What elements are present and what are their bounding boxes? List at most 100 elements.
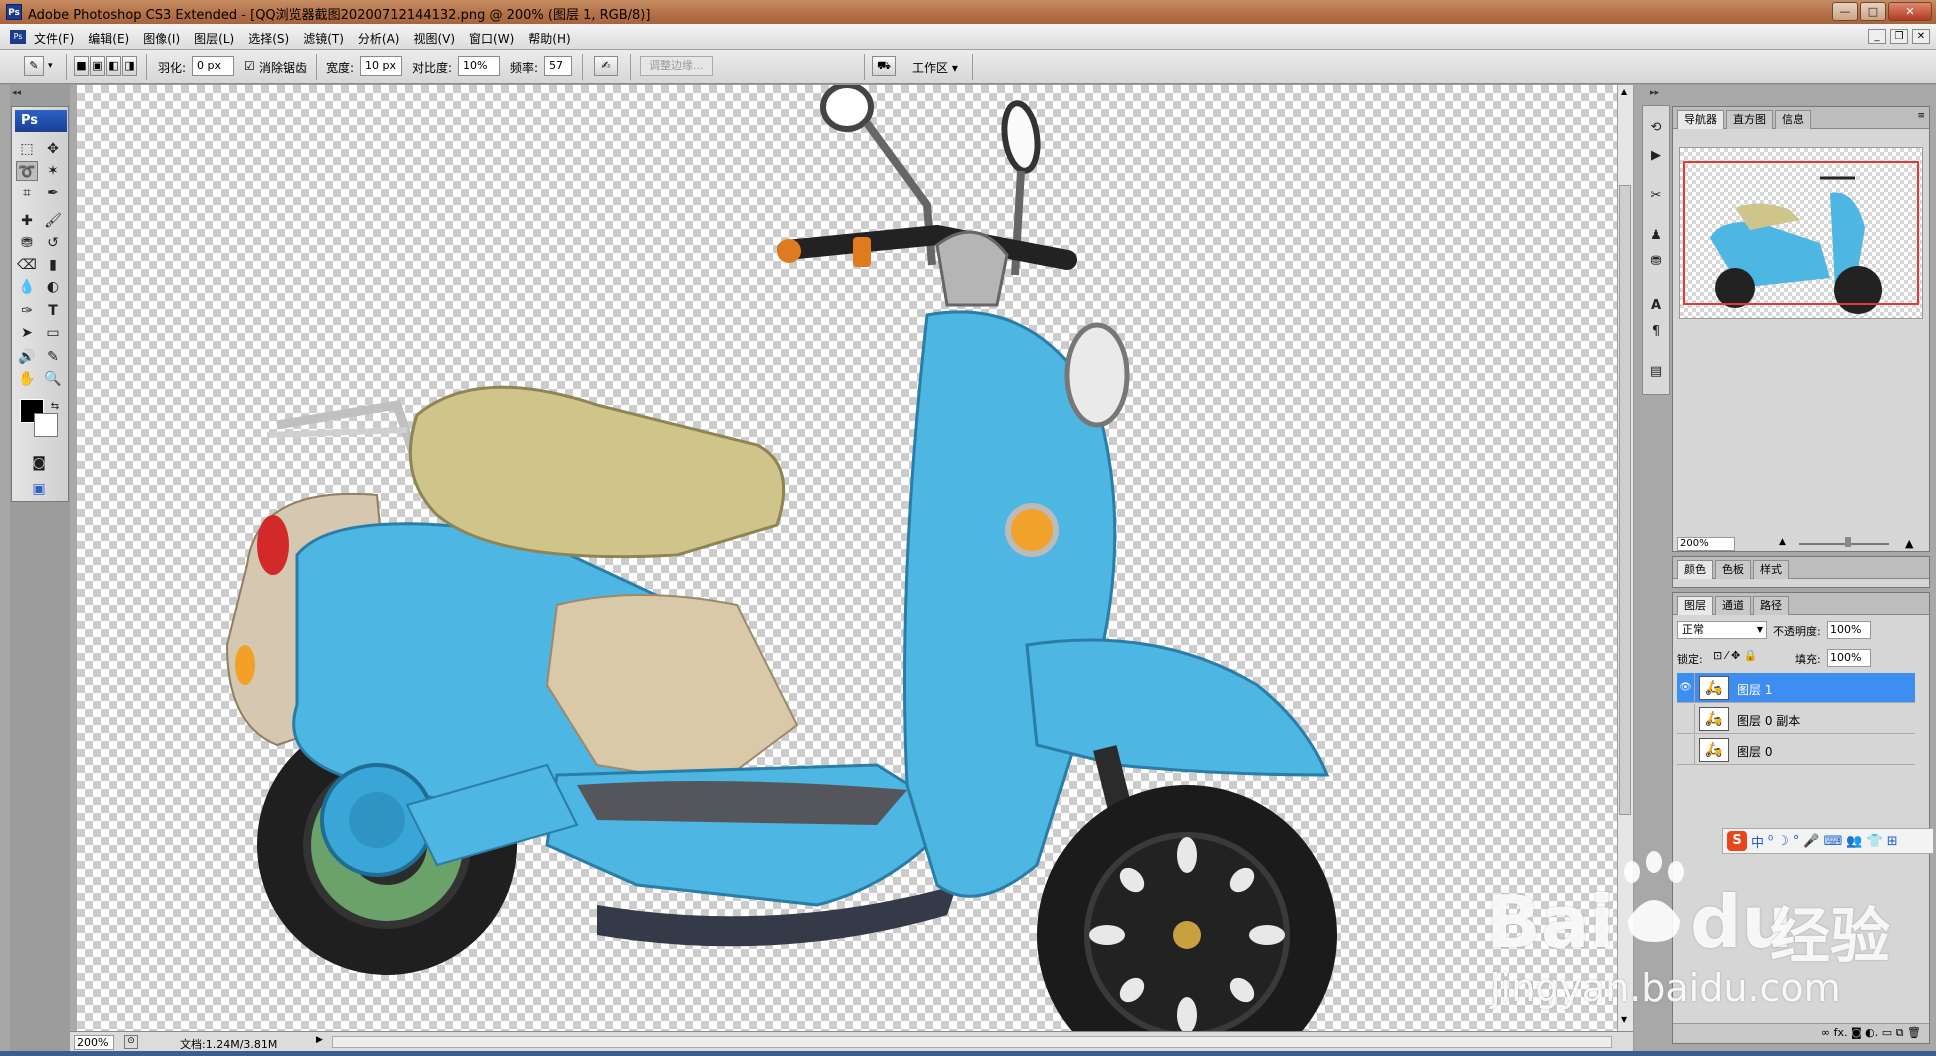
chevron-down-icon[interactable]: ▾	[48, 61, 53, 71]
eyedropper-tool-icon[interactable]: ✎	[42, 347, 64, 367]
notes-tool-icon[interactable]: 🔊	[16, 347, 38, 367]
subtract-selection-icon[interactable]: ◧	[106, 56, 121, 76]
document-icon[interactable]: Ps	[10, 30, 26, 44]
blur-tool-icon[interactable]: 💧	[16, 277, 38, 297]
status-arrow-icon[interactable]: ▶	[316, 1035, 323, 1045]
fill-input[interactable]: 100%	[1827, 649, 1871, 667]
path-selection-tool-icon[interactable]: ➤	[16, 323, 38, 343]
adjustment-layer-icon[interactable]: ◐.	[1865, 1026, 1878, 1039]
opacity-input[interactable]: 100%	[1827, 621, 1871, 639]
marquee-tool-icon[interactable]: ⬚	[16, 139, 38, 159]
frequency-input[interactable]: 57	[544, 56, 572, 76]
toolbox-icon[interactable]: ⊞	[1887, 834, 1898, 849]
refine-edge-button[interactable]: 调整边缘...	[640, 56, 713, 76]
menu-image[interactable]: 图像(I)	[143, 30, 180, 47]
tab-channels[interactable]: 通道	[1715, 596, 1751, 615]
new-group-icon[interactable]: ▭	[1882, 1026, 1892, 1039]
type-tool-icon[interactable]: T	[42, 301, 64, 321]
fx-icon[interactable]: fx.	[1834, 1026, 1848, 1039]
feather-input[interactable]: 0 px	[192, 56, 234, 76]
clone-source-icon[interactable]: ⛃	[1646, 252, 1666, 272]
ime-degree-icon[interactable]: °	[1793, 834, 1800, 849]
panel-menu-icon[interactable]: ≡	[1917, 111, 1925, 121]
history-brush-tool-icon[interactable]: ↺	[42, 233, 64, 253]
navigator-view-box[interactable]	[1683, 161, 1919, 305]
microphone-icon[interactable]: 🎤	[1803, 834, 1819, 849]
tab-styles[interactable]: 样式	[1753, 560, 1789, 579]
healing-brush-tool-icon[interactable]: ✚	[16, 211, 38, 231]
user-icon[interactable]: 👥	[1846, 834, 1862, 849]
workspace-menu[interactable]: 工作区 ▾	[912, 59, 958, 76]
shape-tool-icon[interactable]: ▭	[42, 323, 64, 343]
screen-mode-icon[interactable]: ▣	[28, 479, 50, 499]
layer-row[interactable]: 🛵 图层 0 副本	[1677, 704, 1915, 734]
menu-window[interactable]: 窗口(W)	[469, 30, 514, 47]
contrast-input[interactable]: 10%	[458, 56, 500, 76]
zoom-tool-icon[interactable]: 🔍	[42, 369, 64, 389]
menu-file[interactable]: 文件(F)	[34, 30, 74, 47]
width-input[interactable]: 10 px	[360, 56, 402, 76]
swap-colors-icon[interactable]: ⇆	[44, 397, 66, 417]
dodge-tool-icon[interactable]: ◐	[42, 277, 64, 297]
gradient-tool-icon[interactable]: ▮	[42, 255, 64, 275]
minimize-button[interactable]: —	[1832, 2, 1858, 21]
visibility-toggle[interactable]	[1677, 704, 1695, 734]
zoom-field[interactable]: 200%	[74, 1035, 114, 1050]
doc-restore-button[interactable]: ❐	[1890, 29, 1908, 44]
tab-layers[interactable]: 图层	[1677, 596, 1713, 615]
brush-tool-icon[interactable]: 🖌	[42, 211, 64, 231]
doc-minimize-button[interactable]: _	[1868, 29, 1886, 44]
close-button[interactable]: ✕	[1888, 2, 1932, 21]
eye-icon[interactable]: 👁	[1677, 673, 1695, 703]
visibility-toggle[interactable]	[1677, 735, 1695, 765]
clone-stamp-tool-icon[interactable]: ⛃	[16, 233, 38, 253]
ime-moon-icon[interactable]: ☽	[1777, 834, 1789, 849]
actions-icon[interactable]: ▶	[1646, 146, 1666, 166]
navigator-zoom-field[interactable]: 200%	[1677, 537, 1735, 551]
intersect-selection-icon[interactable]: ◨	[122, 56, 137, 76]
magnetic-lasso-tool-icon[interactable]: ➰	[16, 161, 38, 181]
layer-row[interactable]: 👁 🛵 图层 1	[1677, 673, 1915, 703]
pen-tool-icon[interactable]: ✑	[16, 301, 38, 321]
quick-mask-icon[interactable]: ◙	[28, 453, 50, 473]
tab-color[interactable]: 颜色	[1677, 560, 1713, 579]
crop-tool-icon[interactable]: ⌗	[16, 183, 38, 203]
character-icon[interactable]: A	[1646, 296, 1666, 316]
eraser-tool-icon[interactable]: ⌫	[16, 255, 38, 275]
scroll-down-icon[interactable]: ▼	[1621, 1015, 1627, 1024]
sogou-icon[interactable]: S	[1727, 831, 1747, 851]
link-layers-icon[interactable]: ∞	[1821, 1026, 1830, 1039]
tab-info[interactable]: 信息	[1775, 110, 1811, 129]
brushes-icon[interactable]: ♟	[1646, 226, 1666, 246]
zoom-slider[interactable]	[1799, 543, 1889, 545]
menu-layer[interactable]: 图层(L)	[194, 30, 234, 47]
menu-help[interactable]: 帮助(H)	[528, 30, 570, 47]
tab-paths[interactable]: 路径	[1753, 596, 1789, 615]
ime-punctuation-icon[interactable]: ⁰	[1768, 834, 1773, 849]
history-icon[interactable]: ⟲	[1646, 118, 1666, 138]
layer-row[interactable]: 🛵 图层 0	[1677, 735, 1915, 765]
menu-edit[interactable]: 编辑(E)	[88, 30, 129, 47]
keyboard-icon[interactable]: ⌨	[1824, 834, 1843, 849]
zoom-slider-thumb[interactable]	[1845, 537, 1851, 547]
vertical-scroll-thumb[interactable]	[1619, 185, 1631, 815]
new-selection-icon[interactable]: ■	[74, 56, 89, 76]
tab-histogram[interactable]: 直方图	[1726, 110, 1773, 129]
collapse-icon[interactable]: ◂◂	[12, 88, 21, 98]
add-mask-icon[interactable]: ◙	[1851, 1026, 1862, 1039]
menu-select[interactable]: 选择(S)	[248, 30, 289, 47]
lock-icons[interactable]: ⊡ ⁄ ✥ 🔒	[1713, 649, 1757, 662]
zoom-in-icon[interactable]: ▲	[1905, 537, 1913, 550]
menu-filter[interactable]: 滤镜(T)	[303, 30, 344, 47]
zoom-out-icon[interactable]: ▲	[1779, 537, 1786, 547]
hand-tool-icon[interactable]: ✋	[16, 369, 38, 389]
scroll-up-icon[interactable]: ▲	[1621, 87, 1627, 96]
layer-comps-icon[interactable]: ▤	[1646, 362, 1666, 382]
canvas[interactable]	[77, 82, 1617, 1056]
skin-icon[interactable]: 👕	[1867, 834, 1883, 849]
new-layer-icon[interactable]: ⧉	[1896, 1026, 1904, 1039]
tool-presets-icon[interactable]: ✂	[1646, 186, 1666, 206]
blend-mode-select[interactable]: 正常 ▼	[1677, 621, 1767, 639]
antialias-checkbox[interactable]: ☑	[244, 59, 255, 73]
horizontal-scrollbar[interactable]	[332, 1036, 1612, 1048]
